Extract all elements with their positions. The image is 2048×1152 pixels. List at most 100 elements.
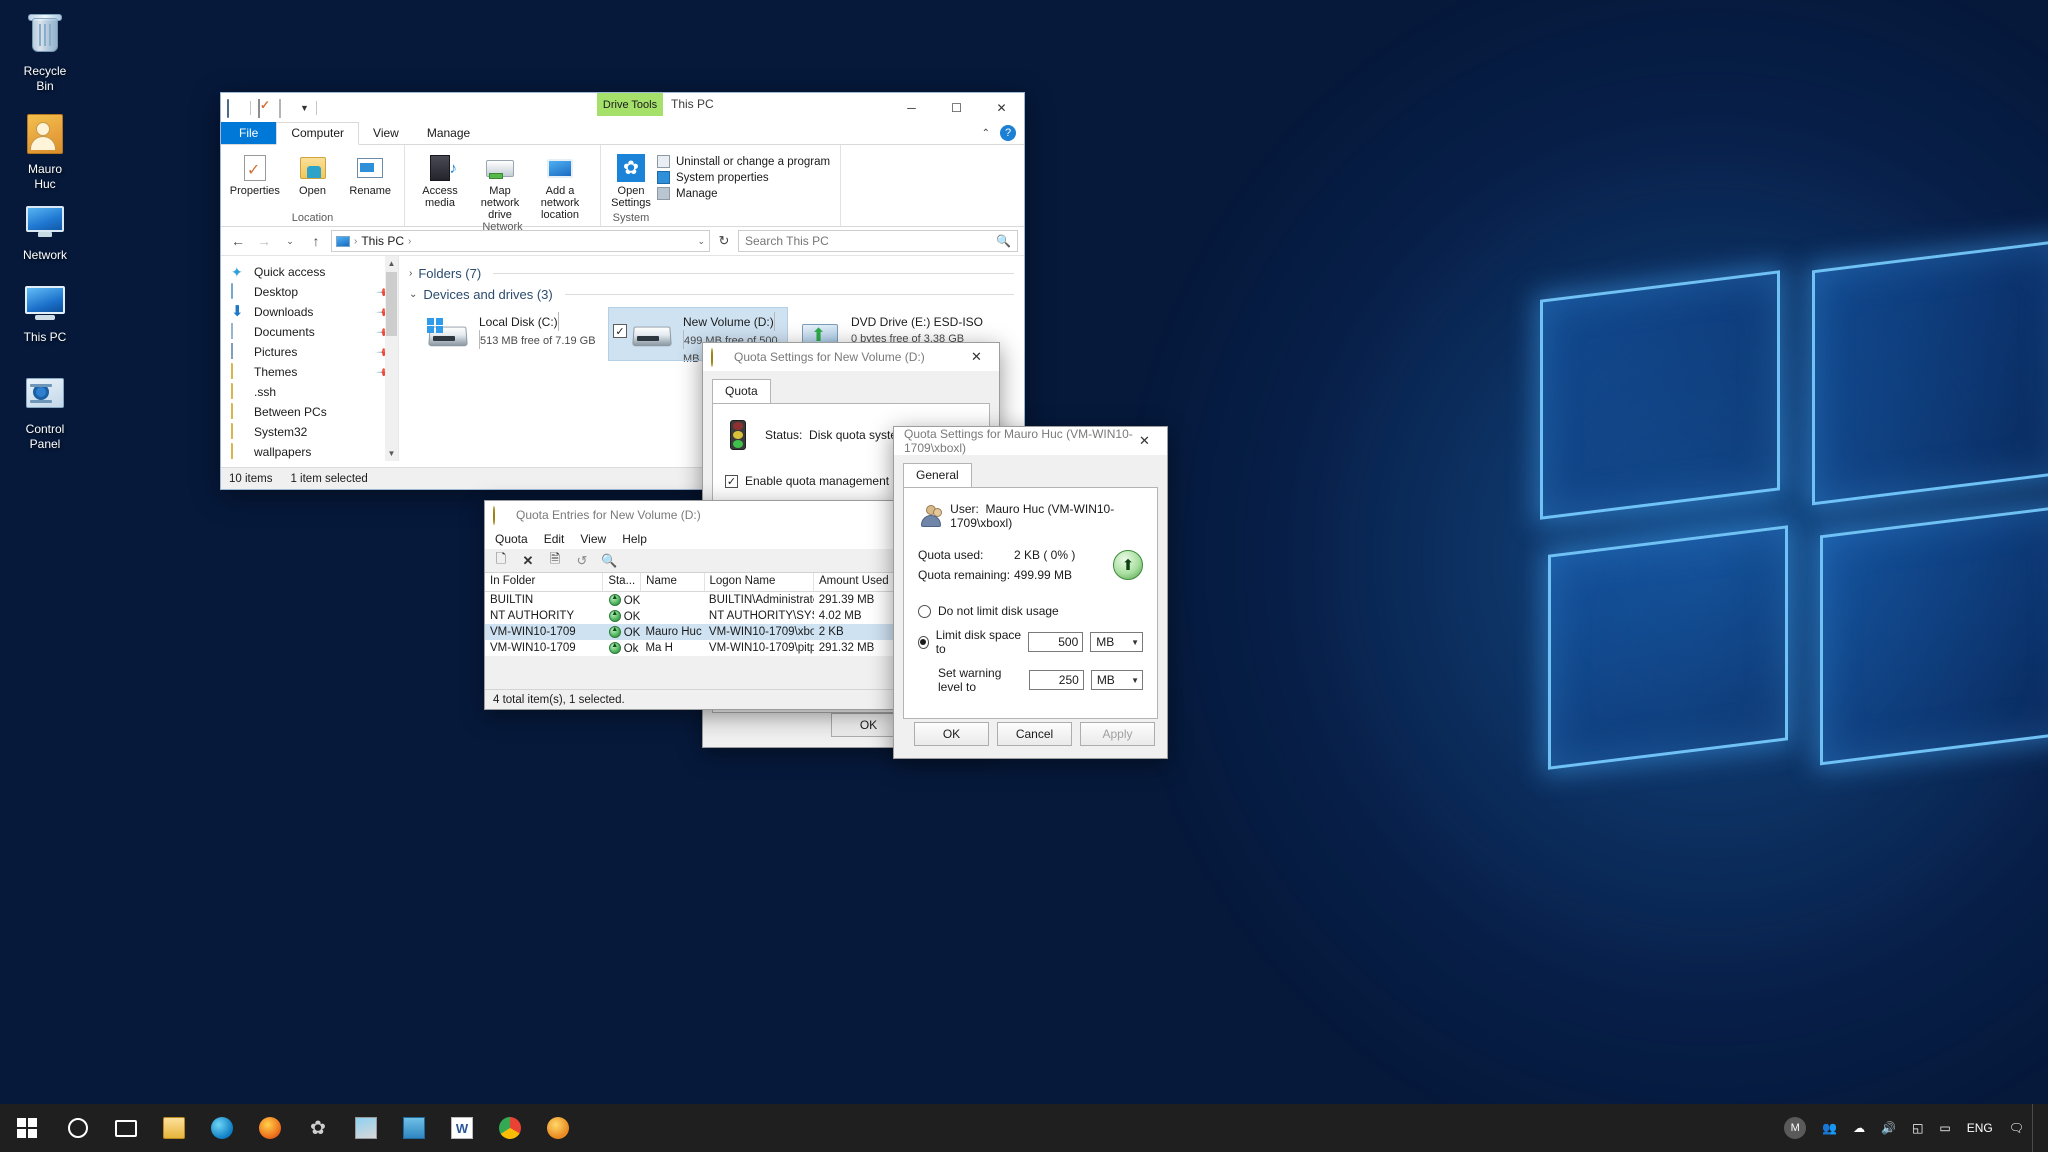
cancel-button[interactable]: Cancel — [997, 722, 1072, 746]
tab-computer[interactable]: Computer — [276, 122, 360, 145]
menu-view[interactable]: View — [580, 532, 606, 546]
scrollbar-thumb[interactable] — [386, 272, 397, 336]
taskbar-browser[interactable] — [534, 1104, 582, 1152]
dialog-titlebar[interactable]: Quota Settings for Mauro Huc (VM-WIN10-1… — [894, 427, 1167, 455]
taskbar-word[interactable]: W — [438, 1104, 486, 1152]
dialog-tabs[interactable]: General — [894, 455, 1167, 487]
sidebar-item-quick-access[interactable]: ✦ Quick access — [221, 262, 398, 282]
up-button[interactable]: ↑ — [305, 230, 327, 252]
taskbar-edge[interactable] — [198, 1104, 246, 1152]
open-settings-button[interactable]: ✿ Open Settings — [607, 149, 655, 209]
maximize-button[interactable]: ☐ — [934, 93, 979, 123]
apply-button[interactable]: Apply — [1080, 722, 1155, 746]
taskbar-file-explorer[interactable] — [150, 1104, 198, 1152]
close-button[interactable]: ✕ — [979, 93, 1024, 123]
taskbar-photos[interactable] — [342, 1104, 390, 1152]
quota-settings-user-dialog[interactable]: Quota Settings for Mauro Huc (VM-WIN10-1… — [893, 426, 1168, 759]
menu-bar[interactable]: Quota Edit View Help — [485, 529, 895, 549]
dialog-titlebar[interactable]: Quota Settings for New Volume (D:) ✕ — [703, 343, 999, 371]
taskbar-settings[interactable]: ✿ — [294, 1104, 342, 1152]
manage-item[interactable]: Manage — [657, 187, 830, 200]
desktop-icon-mauro-huc[interactable]: Mauro Huc — [2, 110, 88, 192]
group-header-folders[interactable]: › Folders (7) — [409, 266, 1014, 281]
map-network-drive-button[interactable]: Map network drive — [471, 149, 529, 221]
language-indicator[interactable]: ENG — [1959, 1104, 2001, 1152]
quota-entries-window[interactable]: Quota Entries for New Volume (D:) Quota … — [484, 500, 896, 710]
column-name[interactable]: Name — [641, 573, 705, 591]
sidebar-item-desktop[interactable]: Desktop 📌 — [221, 282, 398, 302]
taskbar[interactable]: ✿ W M 👥 ☁ 🔊 ◱ ▭ ENG 🗨 — [0, 1104, 2048, 1152]
scroll-down-icon[interactable]: ▼ — [385, 446, 398, 461]
dialog-buttons[interactable]: OK Cancel Apply — [914, 722, 1155, 746]
quick-access-toolbar[interactable]: ▼ — [227, 99, 319, 118]
menu-help[interactable]: Help — [622, 532, 647, 546]
window-controls[interactable]: ─ ☐ ✕ — [889, 93, 1024, 123]
selection-checkbox[interactable]: ✓ — [613, 324, 627, 338]
limit-unit-select[interactable]: MB ▼ — [1090, 632, 1143, 652]
dialog-tabs[interactable]: Quota — [703, 371, 999, 403]
quota-entries-table[interactable]: In Folder Sta... Name Logon Name Amount … — [485, 573, 895, 656]
properties-icon[interactable]: 🗎 — [547, 550, 563, 572]
warning-unit-select[interactable]: MB ▼ — [1090, 670, 1143, 690]
explorer-address-bar[interactable]: ← → ⌄ ↑ › This PC › ⌄ ↻ Search This PC 🔍 — [221, 227, 1024, 255]
volume-button[interactable]: 🔊 — [1873, 1104, 1904, 1152]
tab-view[interactable]: View — [359, 123, 413, 144]
explorer-ribbon-tabs[interactable]: File Computer View Manage ⌃ ? — [221, 122, 1024, 145]
search-input[interactable]: Search This PC 🔍 — [738, 230, 1018, 252]
action-center-button[interactable]: 🗨 — [2001, 1104, 2032, 1152]
recent-locations-icon[interactable]: ⌄ — [279, 230, 301, 252]
table-row[interactable]: VM-WIN10-1709 OK Mauro Huc VM-WIN10-1709… — [485, 624, 895, 640]
chevron-down-icon[interactable]: ⌄ — [409, 289, 417, 300]
table-row[interactable]: BUILTIN OK BUILTIN\Administrators 291.39… — [485, 592, 895, 608]
system-tray[interactable]: M 👥 ☁ 🔊 ◱ ▭ ENG 🗨 — [1776, 1104, 2048, 1152]
open-button[interactable]: Open — [285, 149, 341, 197]
menu-quota[interactable]: Quota — [495, 532, 528, 546]
tab-manage[interactable]: Manage — [413, 123, 484, 144]
navigation-scrollbar[interactable]: ▲ ▼ — [385, 256, 398, 461]
do-not-limit-radio[interactable]: Do not limit disk usage — [918, 604, 1143, 618]
sidebar-item-between-pcs[interactable]: Between PCs — [221, 402, 398, 422]
column-status[interactable]: Sta... — [603, 573, 642, 591]
address-dropdown-icon[interactable]: ⌄ — [697, 236, 705, 247]
group-header-devices-and-drives[interactable]: ⌄ Devices and drives (3) — [409, 287, 1014, 302]
close-button[interactable]: ✕ — [1122, 427, 1167, 455]
tab-quota[interactable]: Quota — [712, 379, 771, 403]
warning-level-row[interactable]: Set warning level to 250 MB ▼ — [918, 666, 1143, 694]
sidebar-item-system32[interactable]: System32 — [221, 422, 398, 442]
radio-glyph[interactable] — [918, 604, 931, 618]
refresh-button[interactable]: ↻ — [714, 230, 734, 252]
column-amount-used[interactable]: Amount Used — [814, 573, 895, 591]
table-row[interactable]: VM-WIN10-1709 Ok Ma H VM-WIN10-1709\pitp… — [485, 640, 895, 656]
close-button[interactable]: ✕ — [954, 343, 999, 371]
column-logon-name[interactable]: Logon Name — [705, 573, 814, 591]
chevron-right-icon[interactable]: › — [409, 268, 412, 279]
warning-value-input[interactable]: 250 — [1029, 670, 1084, 690]
limit-disk-space-radio[interactable]: Limit disk space to 500 MB ▼ — [918, 628, 1143, 656]
rename-button[interactable]: Rename — [342, 149, 398, 197]
system-properties-item[interactable]: System properties — [657, 171, 830, 184]
explorer-ribbon[interactable]: ✓ Properties Open Rename Location ♪ Acce… — [221, 145, 1024, 233]
desktop-icon-this-pc[interactable]: This PC — [2, 278, 88, 345]
tab-file[interactable]: File — [221, 122, 277, 144]
radio-glyph[interactable] — [918, 635, 929, 649]
cortana-search-button[interactable] — [54, 1104, 102, 1152]
forward-button[interactable]: → — [253, 230, 275, 252]
uninstall-or-change-a-program-item[interactable]: Uninstall or change a program — [657, 155, 830, 168]
show-desktop-button[interactable] — [2032, 1104, 2040, 1152]
taskbar-firefox[interactable] — [246, 1104, 294, 1152]
desktop-icon-control-panel[interactable]: Control Panel — [2, 370, 88, 452]
tab-general[interactable]: General — [903, 463, 972, 487]
drive-tile-local-disk-c[interactable]: Local Disk (C:) 513 MB free of 7.19 GB — [423, 308, 601, 360]
monitor-icon[interactable] — [227, 99, 243, 118]
limit-value-input[interactable]: 500 — [1028, 632, 1084, 652]
new-quota-entry-icon[interactable]: 🗋 — [493, 550, 509, 572]
menu-edit[interactable]: Edit — [544, 532, 565, 546]
column-in-folder[interactable]: In Folder — [485, 573, 604, 591]
navigation-pane[interactable]: ✦ Quick access Desktop 📌 ⬇ Downloads 📌 D… — [221, 256, 399, 461]
properties-icon[interactable] — [258, 99, 274, 118]
toolbar[interactable]: 🗋 ✕ 🗎 ↺ 🔍 — [485, 549, 895, 573]
delete-icon[interactable]: ✕ — [520, 553, 536, 569]
people-button[interactable]: 👥 — [1814, 1104, 1845, 1152]
user-badge[interactable]: M — [1776, 1104, 1814, 1152]
back-button[interactable]: ← — [227, 230, 249, 252]
